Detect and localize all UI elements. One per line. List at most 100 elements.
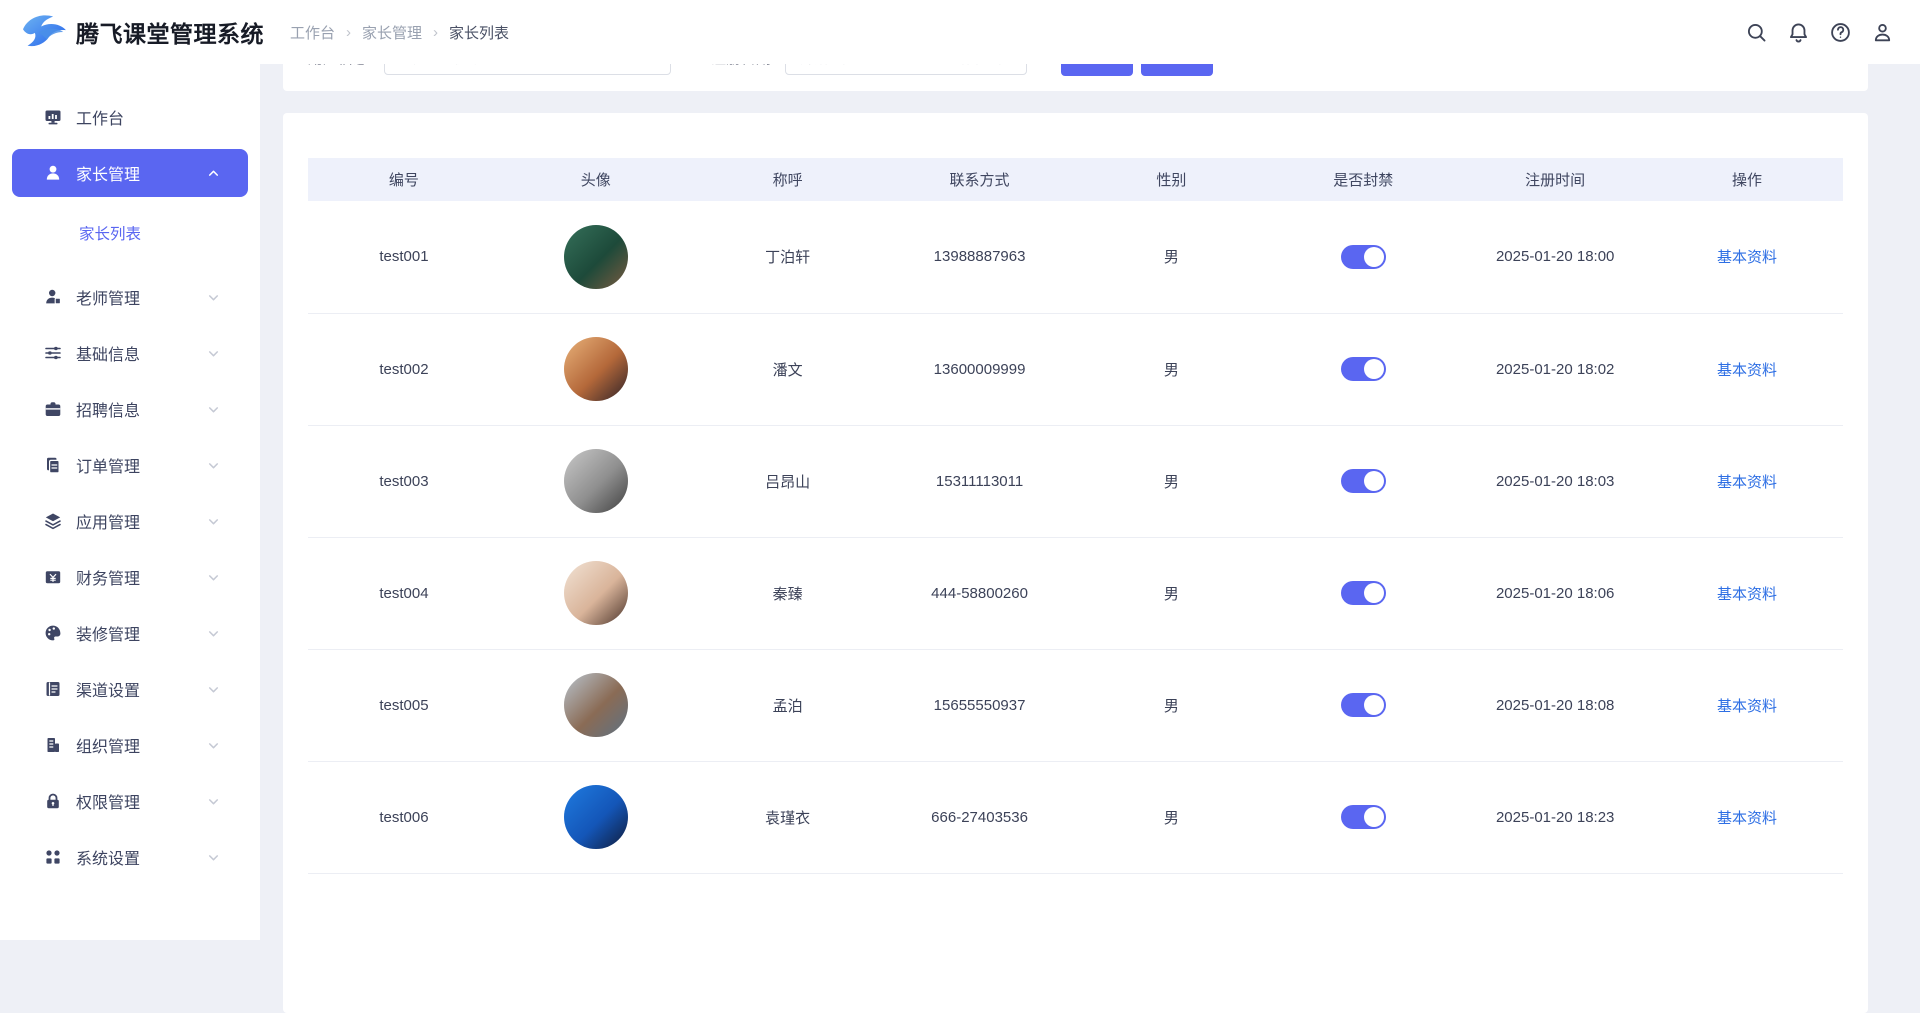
cell-name: 孟泊 [692,649,884,761]
sidebar: 工作台家长管理家长列表老师管理基础信息招聘信息订单管理应用管理财务管理装修管理渠… [0,64,260,940]
palette-icon [44,624,62,642]
breadcrumb-item[interactable]: 工作台 [290,22,335,43]
parent-table: 编号头像称呼联系方式性别是否封禁注册时间操作 test001丁泊轩1398888… [308,158,1843,874]
app-logo[interactable]: 腾飞课堂管理系统 [20,11,264,53]
chevron-down-icon [207,739,220,752]
sidebar-item-label: 基础信息 [76,341,207,365]
table-row: test002潘文13600009999男2025-01-20 18:02基本资… [308,313,1843,425]
dashboard-icon [44,108,62,126]
toggle-knob [1364,359,1384,379]
column-header: 称呼 [692,158,884,201]
cell-action: 基本资料 [1651,537,1843,649]
cell-phone: 13600009999 [884,313,1076,425]
column-header: 是否封禁 [1267,158,1459,201]
cell-ban-status [1267,761,1459,873]
sidebar-item-label: 订单管理 [76,453,207,477]
sidebar-item-briefcase[interactable]: 招聘信息 [12,385,248,433]
sidebar-item-channel[interactable]: 渠道设置 [12,665,248,713]
column-header: 编号 [308,158,500,201]
sidebar-item-label: 家长管理 [76,161,207,185]
channel-icon [44,680,62,698]
sidebar-item-dashboard[interactable]: 工作台 [12,93,248,141]
chevron-down-icon [207,795,220,808]
sidebar-item-grid[interactable]: 系统设置 [12,833,248,881]
cell-action: 基本资料 [1651,313,1843,425]
bell-icon[interactable] [1787,21,1810,44]
sidebar-item-parent[interactable]: 家长管理 [12,149,248,197]
app-header: 腾飞课堂管理系统 工作台›家长管理›家长列表 [0,0,1920,64]
cell-phone: 15655550937 [884,649,1076,761]
column-header: 头像 [500,158,692,201]
sidebar-item-label: 装修管理 [76,621,207,645]
breadcrumb-item[interactable]: 家长管理 [362,22,422,43]
sidebar-item-wallet[interactable]: 财务管理 [12,553,248,601]
breadcrumb: 工作台›家长管理›家长列表 [290,22,509,43]
header-actions [1745,21,1894,44]
cell-registered: 2025-01-20 18:03 [1459,425,1651,537]
avatar [564,337,628,401]
chevron-up-icon [207,167,220,180]
cell-id: test001 [308,201,500,313]
user-icon[interactable] [1871,21,1894,44]
cell-ban-status [1267,425,1459,537]
avatar [564,225,628,289]
cell-gender: 男 [1076,425,1268,537]
cell-avatar [500,425,692,537]
sidebar-item-palette[interactable]: 装修管理 [12,609,248,657]
cell-ban-status [1267,537,1459,649]
sidebar-item-org[interactable]: 组织管理 [12,721,248,769]
cell-phone: 15311113011 [884,425,1076,537]
parent-table-card: 编号头像称呼联系方式性别是否封禁注册时间操作 test001丁泊轩1398888… [283,113,1868,1013]
ban-toggle[interactable] [1341,805,1386,829]
sidebar-item-label: 招聘信息 [76,397,207,421]
cell-ban-status [1267,649,1459,761]
sidebar-item-teacher[interactable]: 老师管理 [12,273,248,321]
cell-registered: 2025-01-20 18:02 [1459,313,1651,425]
ban-toggle[interactable] [1341,357,1386,381]
cell-registered: 2025-01-20 18:06 [1459,537,1651,649]
ban-toggle[interactable] [1341,469,1386,493]
avatar [564,561,628,625]
basic-info-link[interactable]: 基本资料 [1717,698,1777,715]
sidebar-item-sliders[interactable]: 基础信息 [12,329,248,377]
breadcrumb-item: 家长列表 [449,22,509,43]
sidebar-subitem-parent-list[interactable]: 家长列表 [12,205,248,261]
cell-avatar [500,201,692,313]
toggle-knob [1364,583,1384,603]
ban-toggle[interactable] [1341,693,1386,717]
chevron-down-icon [207,515,220,528]
chevron-down-icon [207,683,220,696]
avatar [564,673,628,737]
basic-info-link[interactable]: 基本资料 [1717,249,1777,266]
column-header: 性别 [1076,158,1268,201]
cell-gender: 男 [1076,201,1268,313]
toggle-knob [1364,247,1384,267]
basic-info-link[interactable]: 基本资料 [1717,362,1777,379]
avatar [564,785,628,849]
cell-name: 潘文 [692,313,884,425]
cell-avatar [500,649,692,761]
basic-info-link[interactable]: 基本资料 [1717,586,1777,603]
avatar [564,449,628,513]
cell-name: 吕昂山 [692,425,884,537]
ban-toggle[interactable] [1341,581,1386,605]
search-icon[interactable] [1745,21,1768,44]
sidebar-item-orders[interactable]: 订单管理 [12,441,248,489]
table-row: test005孟泊15655550937男2025-01-20 18:08基本资… [308,649,1843,761]
ban-toggle[interactable] [1341,245,1386,269]
breadcrumb-separator-icon: › [433,24,438,41]
chevron-down-icon [207,627,220,640]
cell-name: 丁泊轩 [692,201,884,313]
chevron-down-icon [207,291,220,304]
cell-id: test003 [308,425,500,537]
orders-icon [44,456,62,474]
cell-action: 基本资料 [1651,201,1843,313]
sidebar-item-lock[interactable]: 权限管理 [12,777,248,825]
sidebar-item-layers[interactable]: 应用管理 [12,497,248,545]
cell-avatar [500,761,692,873]
cell-phone: 666-27403536 [884,761,1076,873]
basic-info-link[interactable]: 基本资料 [1717,810,1777,827]
column-header: 联系方式 [884,158,1076,201]
basic-info-link[interactable]: 基本资料 [1717,474,1777,491]
help-icon[interactable] [1829,21,1852,44]
